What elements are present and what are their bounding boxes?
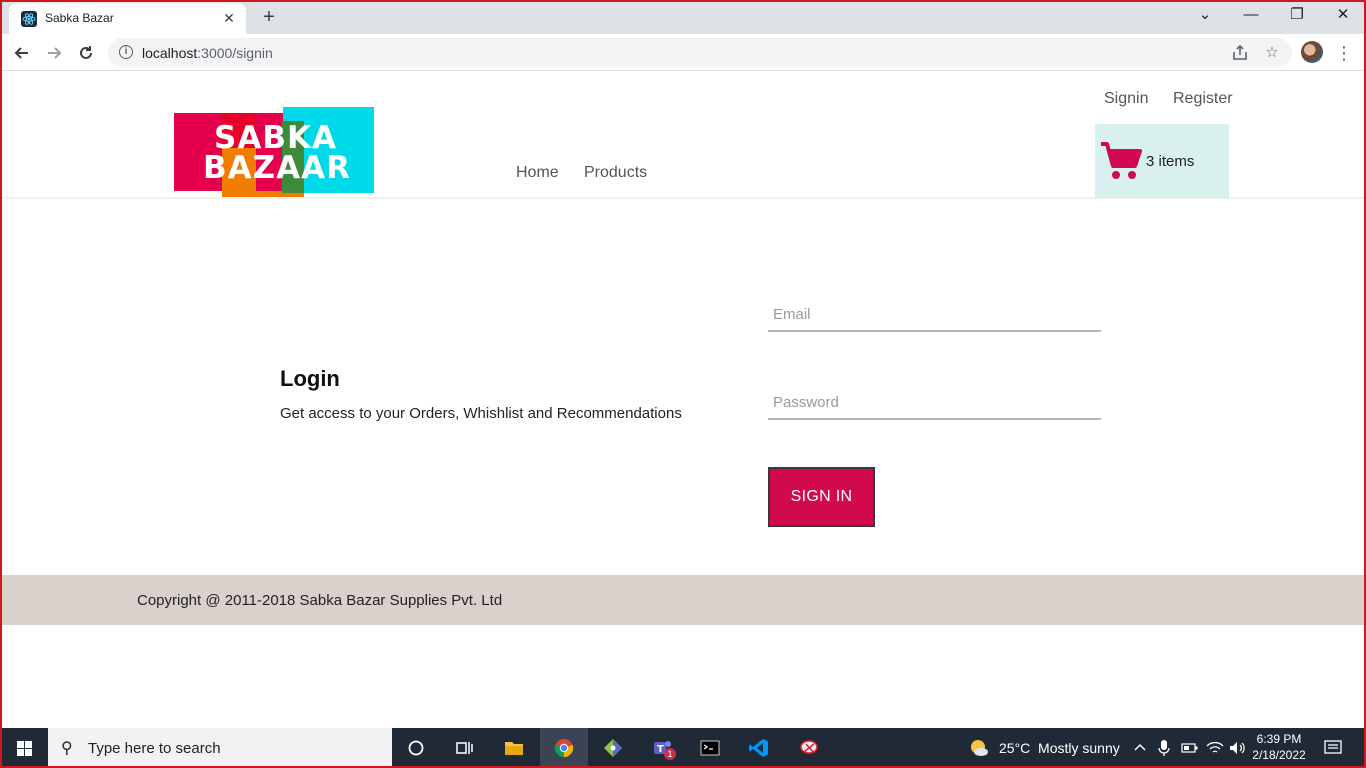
svg-text:T: T: [657, 744, 664, 755]
share-icon[interactable]: [1230, 43, 1250, 63]
browser-tab[interactable]: Sabka Bazar ✕: [9, 3, 246, 34]
restore-button[interactable]: ❐: [1274, 0, 1320, 30]
weather-text: 25°C Mostly sunny: [999, 740, 1120, 756]
url-path: :3000/signin: [197, 45, 273, 61]
notifications-icon[interactable]: [1324, 728, 1344, 768]
nav-home[interactable]: Home: [516, 164, 559, 182]
password-field[interactable]: [768, 386, 1101, 420]
tab-search-icon[interactable]: ⌄: [1182, 0, 1228, 30]
sabka-bazaar-logo[interactable]: SABKA BAZAAR: [174, 107, 374, 197]
wifi-icon[interactable]: [1206, 728, 1224, 768]
new-tab-button[interactable]: +: [256, 5, 282, 29]
close-window-button[interactable]: ✕: [1320, 0, 1366, 30]
chevron-up-icon[interactable]: [1133, 728, 1149, 768]
task-view-icon[interactable]: [440, 728, 488, 768]
site-info-icon[interactable]: i: [119, 45, 133, 59]
tab-close-icon[interactable]: ✕: [220, 9, 238, 27]
site-footer: Copyright @ 2011-2018 Sabka Bazar Suppli…: [0, 575, 1366, 625]
browser-menu-icon[interactable]: ⋮: [1335, 40, 1353, 66]
sign-in-button[interactable]: SIGN IN: [768, 467, 875, 527]
react-favicon-icon: [21, 11, 37, 27]
browser-toolbar: i localhost:3000/signin ☆ ⋮: [0, 34, 1366, 71]
cart-button[interactable]: 3 items: [1095, 124, 1229, 198]
terminal-icon[interactable]: [686, 728, 734, 768]
login-title: Login: [280, 366, 340, 391]
cart-item-count: 3 items: [1146, 153, 1195, 170]
site-header: SABKA BAZAAR Signin Register Home Produc…: [0, 71, 1366, 199]
profile-avatar[interactable]: [1301, 41, 1323, 63]
signin-link[interactable]: Signin: [1104, 90, 1148, 108]
windows-start-icon[interactable]: [2, 728, 48, 768]
teams-badge: 1: [664, 748, 676, 760]
snipping-tool-icon[interactable]: [785, 728, 833, 768]
microphone-icon[interactable]: [1157, 728, 1173, 768]
taskbar-search-placeholder: Type here to search: [88, 740, 221, 757]
clock-date: 2/18/2022: [1252, 748, 1306, 762]
taskbar-clock[interactable]: 6:39 PM 2/18/2022: [1248, 731, 1310, 763]
sun-cloud-icon: [971, 740, 988, 756]
clock-time: 6:39 PM: [1256, 732, 1302, 746]
cortana-icon[interactable]: [392, 728, 440, 768]
email-field[interactable]: [768, 298, 1101, 332]
address-bar[interactable]: i localhost:3000/signin ☆: [108, 38, 1292, 67]
search-icon: ⚲: [61, 740, 73, 757]
battery-icon[interactable]: [1181, 728, 1199, 768]
bookmark-star-icon[interactable]: ☆: [1262, 43, 1282, 63]
minimize-button[interactable]: —: [1228, 0, 1274, 30]
forward-arrow-icon[interactable]: [41, 40, 67, 66]
logo-line-2: BAZAAR: [203, 150, 351, 186]
url-text: localhost:3000/signin: [142, 45, 273, 61]
chrome-icon[interactable]: [540, 728, 588, 768]
login-subtitle: Get access to your Orders, Whishlist and…: [280, 405, 682, 422]
copyright-text: Copyright @ 2011-2018 Sabka Bazar Suppli…: [137, 592, 503, 609]
register-link[interactable]: Register: [1173, 90, 1233, 108]
reload-icon[interactable]: [73, 40, 99, 66]
nav-products[interactable]: Products: [584, 164, 647, 182]
back-arrow-icon[interactable]: [9, 40, 35, 66]
vscode-icon[interactable]: [735, 728, 783, 768]
url-host: localhost: [142, 45, 198, 61]
windows-taskbar: ⚲ Type here to search T 1 25°C Mostly su…: [0, 728, 1366, 768]
browser-tab-strip: Sabka Bazar ✕ + ⌄ — ❐ ✕: [0, 0, 1366, 34]
speaker-icon[interactable]: [1228, 728, 1246, 768]
shopping-cart-icon: [1101, 142, 1142, 179]
git-kraken-icon[interactable]: [589, 728, 637, 768]
teams-icon[interactable]: T 1: [638, 728, 686, 768]
file-explorer-icon[interactable]: [490, 728, 538, 768]
taskbar-search-input[interactable]: ⚲ Type here to search: [48, 728, 392, 768]
tab-title: Sabka Bazar: [45, 11, 114, 25]
